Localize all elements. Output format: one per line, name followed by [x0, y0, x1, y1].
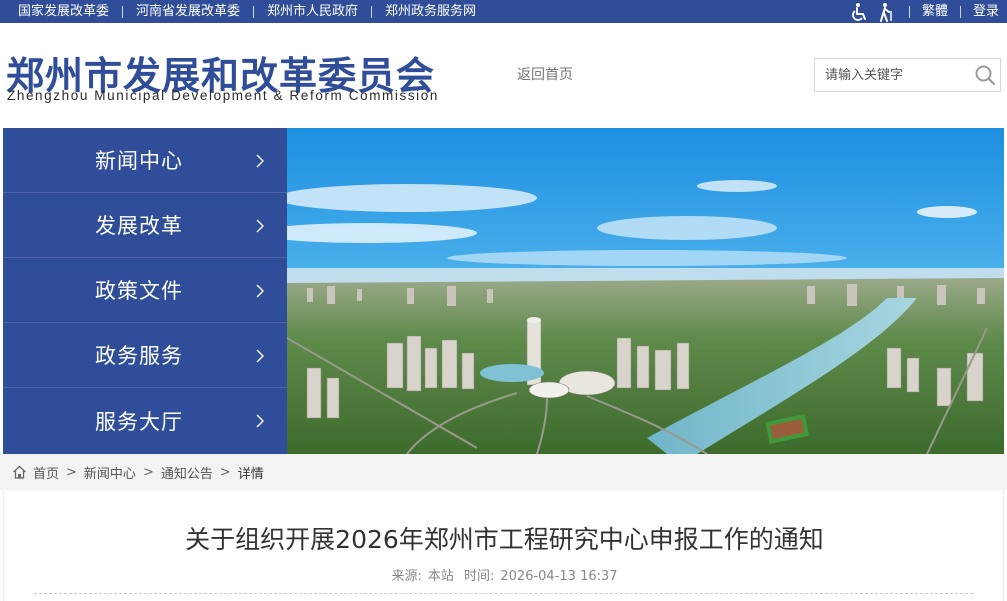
- nav-item-label: 新闻中心: [95, 149, 183, 173]
- article-meta: 来源: 本站 时间: 2026-04-13 16:37: [4, 565, 1005, 584]
- nav-item-label: 服务大厅: [95, 410, 183, 434]
- breadcrumb-current: 详情: [237, 466, 264, 482]
- site-header: 郑州市发展和改革委员会 Zhengzhou Municipal Developm…: [0, 23, 1007, 128]
- nav-item-label: 政务服务: [95, 344, 183, 368]
- article-container: 关于组织开展2026年郑州市工程研究中心申报工作的通知 来源: 本站 时间: 202…: [3, 490, 1004, 601]
- login-link[interactable]: 登录: [973, 0, 999, 23]
- top-link-ndrc[interactable]: 国家发展改革委: [18, 0, 109, 23]
- city-banner-image: [287, 128, 1004, 454]
- breadcrumb-separator: >: [219, 464, 231, 480]
- top-right-tools: 繁體 登录: [849, 0, 999, 23]
- side-nav: 新闻中心 发展改革 政策文件 政务服务 服务大厅: [3, 128, 287, 454]
- top-bar: 国家发展改革委 河南省发展改革委 郑州市人民政府 郑州政务服务网 繁體 登录: [0, 0, 1007, 23]
- search-input[interactable]: [815, 59, 969, 91]
- breadcrumb-bar: 首页 > 新闻中心 > 通知公告 > 详情: [0, 454, 1007, 490]
- chevron-right-icon: [256, 414, 264, 428]
- nav-item-government-services[interactable]: 政务服务: [3, 323, 287, 388]
- breadcrumb-home[interactable]: 首页: [33, 463, 59, 482]
- divider: [959, 5, 961, 18]
- breadcrumb-notices[interactable]: 通知公告: [161, 463, 213, 482]
- search-icon[interactable]: [974, 64, 996, 86]
- traditional-chinese-toggle[interactable]: 繁體: [922, 0, 948, 23]
- site-title-english: Zhengzhou Municipal Development & Reform…: [7, 88, 439, 103]
- nav-item-development-reform[interactable]: 发展改革: [3, 193, 287, 258]
- breadcrumb-separator: >: [66, 464, 77, 480]
- chevron-right-icon: [256, 284, 264, 298]
- nav-item-service-hall[interactable]: 服务大厅: [3, 388, 287, 454]
- article-time: 2026-04-13 16:37: [500, 569, 618, 584]
- chevron-right-icon: [256, 154, 264, 168]
- nav-item-news-center[interactable]: 新闻中心: [3, 128, 287, 193]
- divider: [122, 5, 124, 18]
- nav-item-policy-documents[interactable]: 政策文件: [3, 258, 287, 323]
- time-label: 时间:: [464, 569, 495, 584]
- top-links: 国家发展改革委 河南省发展改革委 郑州市人民政府 郑州政务服务网: [18, 0, 476, 23]
- home-icon: [13, 465, 26, 479]
- elderly-icon[interactable]: [875, 2, 897, 22]
- divider: [371, 5, 373, 18]
- top-link-zhengzhou-service[interactable]: 郑州政务服务网: [385, 0, 476, 23]
- divider: [34, 593, 973, 594]
- back-home-link[interactable]: 返回首页: [517, 64, 573, 84]
- top-link-zhengzhou-gov[interactable]: 郑州市人民政府: [267, 0, 358, 23]
- top-link-henan-drc[interactable]: 河南省发展改革委: [136, 0, 240, 23]
- divider: [908, 5, 910, 18]
- breadcrumb-news-center[interactable]: 新闻中心: [84, 463, 136, 482]
- nav-item-label: 发展改革: [95, 214, 183, 238]
- wheelchair-icon[interactable]: [849, 2, 871, 22]
- nav-item-label: 政策文件: [95, 279, 183, 303]
- article-title: 关于组织开展2026年郑州市工程研究中心申报工作的通知: [185, 525, 824, 554]
- breadcrumb: 首页 > 新闻中心 > 通知公告 > 详情: [12, 454, 264, 490]
- breadcrumb-separator: >: [142, 464, 154, 480]
- article-source: 本站: [427, 569, 454, 584]
- source-label: 来源:: [391, 569, 422, 584]
- divider: [253, 5, 255, 18]
- chevron-right-icon: [256, 349, 264, 363]
- search-box: [814, 58, 1001, 92]
- chevron-right-icon: [256, 219, 264, 233]
